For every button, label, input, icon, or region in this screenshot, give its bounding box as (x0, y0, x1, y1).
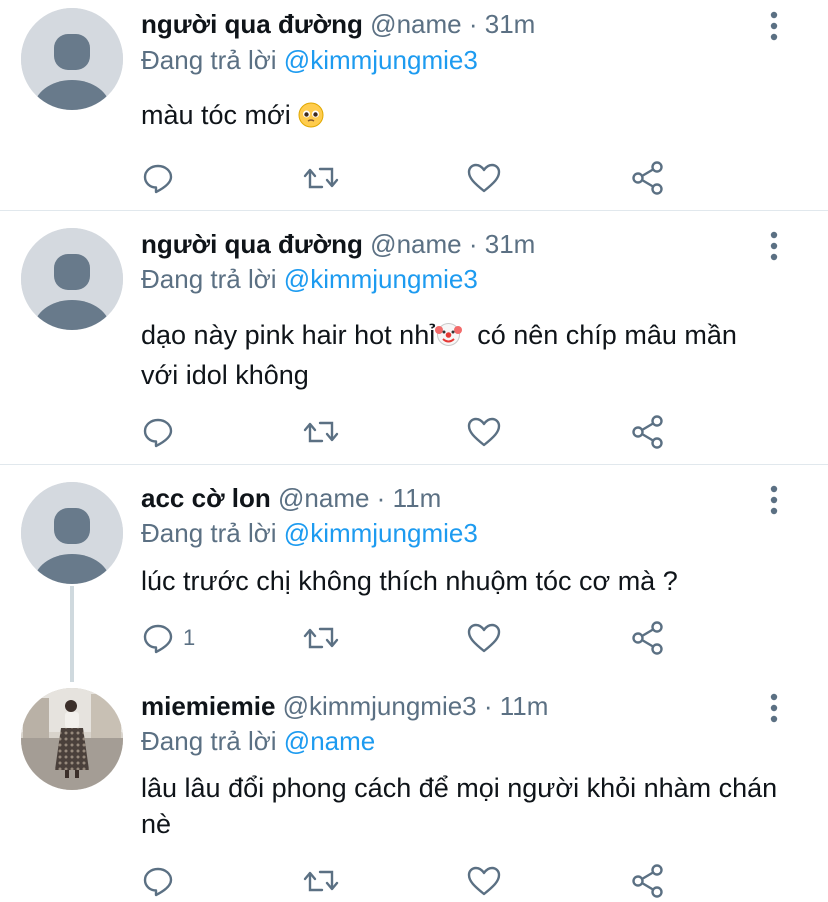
user-handle[interactable]: @name (278, 483, 369, 513)
like-button[interactable] (466, 861, 502, 901)
heart-icon (467, 866, 501, 896)
mention-link[interactable]: @name (284, 726, 375, 756)
retweet-button[interactable] (302, 861, 340, 901)
pleading-face-emoji (298, 101, 324, 137)
tweet-actions (0, 861, 828, 901)
share-icon (632, 864, 663, 898)
reply-button[interactable]: 1 (141, 618, 195, 658)
share-icon (632, 161, 663, 195)
separator: · (483, 691, 493, 721)
tweet-header: người qua đường @name · 31m (141, 228, 535, 260)
timestamp[interactable]: 31m (485, 9, 536, 39)
tweet-actions (0, 412, 828, 452)
like-button[interactable] (466, 618, 502, 658)
more-vertical-icon (770, 231, 778, 261)
more-vertical-icon (770, 485, 778, 515)
tweet-actions (0, 158, 828, 198)
mention-link[interactable]: @kimmjungmie3 (284, 264, 478, 294)
replying-to: Đang trả lời @kimmjungmie3 (141, 263, 478, 295)
share-button[interactable] (630, 618, 666, 658)
retweet-icon (303, 167, 339, 189)
display-name[interactable]: người qua đường (141, 229, 363, 259)
tweet-text: dạo này pink hair hot nhỉ có nên chíp mâ… (141, 317, 781, 393)
tweet-text-content: màu tóc mới (141, 100, 291, 130)
share-icon (632, 415, 663, 449)
share-icon (632, 621, 663, 655)
separator: · (468, 229, 478, 259)
more-vertical-icon (770, 693, 778, 723)
retweet-button[interactable] (302, 412, 340, 452)
reply-icon (143, 624, 173, 654)
tweet-text-content: lâu lâu đổi phong cách để mọi người khỏi… (141, 773, 778, 839)
mention-link[interactable]: @kimmjungmie3 (284, 518, 478, 548)
share-button[interactable] (630, 861, 666, 901)
replying-to-label: Đang trả lời (141, 726, 277, 756)
tweet-text-content: dạo này pink hair hot nhỉ (141, 320, 436, 350)
tweet-text: lâu lâu đổi phong cách để mọi người khỏi… (141, 770, 781, 842)
display-name[interactable]: miemiemie (141, 691, 275, 721)
default-avatar-icon (21, 482, 123, 584)
replying-to: Đang trả lời @kimmjungmie3 (141, 517, 478, 549)
display-name[interactable]: acc cờ lon (141, 483, 271, 513)
retweet-button[interactable] (302, 158, 340, 198)
more-options-button[interactable] (760, 692, 788, 724)
share-button[interactable] (630, 412, 666, 452)
separator: · (376, 483, 386, 513)
separator: · (468, 9, 478, 39)
heart-icon (467, 623, 501, 653)
reply-button[interactable] (141, 158, 183, 198)
replying-to-label: Đang trả lời (141, 264, 277, 294)
reply-icon (143, 164, 173, 194)
user-handle[interactable]: @kimmjungmie3 (283, 691, 477, 721)
default-avatar-icon (21, 8, 123, 110)
retweet-icon (303, 870, 339, 892)
user-handle[interactable]: @name (370, 229, 461, 259)
avatar[interactable] (21, 8, 123, 110)
clown-face-emoji (435, 321, 463, 357)
replying-to-label: Đang trả lời (141, 45, 277, 75)
avatar[interactable] (21, 228, 123, 330)
tweet-actions: 1 (0, 618, 828, 658)
reply-button[interactable] (141, 412, 183, 452)
more-options-button[interactable] (760, 230, 788, 262)
retweet-icon (303, 421, 339, 443)
tweet-text: màu tóc mới (141, 97, 781, 137)
default-avatar-icon (21, 228, 123, 330)
like-button[interactable] (466, 158, 502, 198)
heart-icon (467, 417, 501, 447)
tweet-text-content: lúc trước chị không thích nhuộm tóc cơ m… (141, 566, 678, 596)
more-options-button[interactable] (760, 10, 788, 42)
reply-icon (143, 418, 173, 448)
timestamp[interactable]: 31m (485, 229, 536, 259)
timestamp[interactable]: 11m (393, 483, 442, 513)
tweet-header: miemiemie @kimmjungmie3 · 11m (141, 690, 548, 722)
user-handle[interactable]: @name (370, 9, 461, 39)
tweet-text: lúc trước chị không thích nhuộm tóc cơ m… (141, 563, 781, 599)
reply-button[interactable] (141, 861, 183, 901)
share-button[interactable] (630, 158, 666, 198)
more-options-button[interactable] (760, 484, 788, 516)
tweet-header: acc cờ lon @name · 11m (141, 482, 441, 514)
replying-to: Đang trả lời @name (141, 725, 375, 757)
replying-to: Đang trả lời @kimmjungmie3 (141, 44, 478, 76)
timestamp[interactable]: 11m (500, 691, 549, 721)
reply-icon (143, 867, 173, 897)
heart-icon (467, 163, 501, 193)
like-button[interactable] (466, 412, 502, 452)
display-name[interactable]: người qua đường (141, 9, 363, 39)
tweet-header: người qua đường @name · 31m (141, 8, 535, 40)
divider (0, 464, 828, 465)
reply-count: 1 (183, 625, 196, 650)
replying-to-label: Đang trả lời (141, 518, 277, 548)
avatar[interactable] (21, 482, 123, 584)
profile-photo-icon (21, 688, 123, 790)
mention-link[interactable]: @kimmjungmie3 (284, 45, 478, 75)
divider (0, 210, 828, 211)
retweet-icon (303, 627, 339, 649)
avatar[interactable] (21, 688, 123, 790)
more-vertical-icon (770, 11, 778, 41)
retweet-button[interactable] (302, 618, 340, 658)
